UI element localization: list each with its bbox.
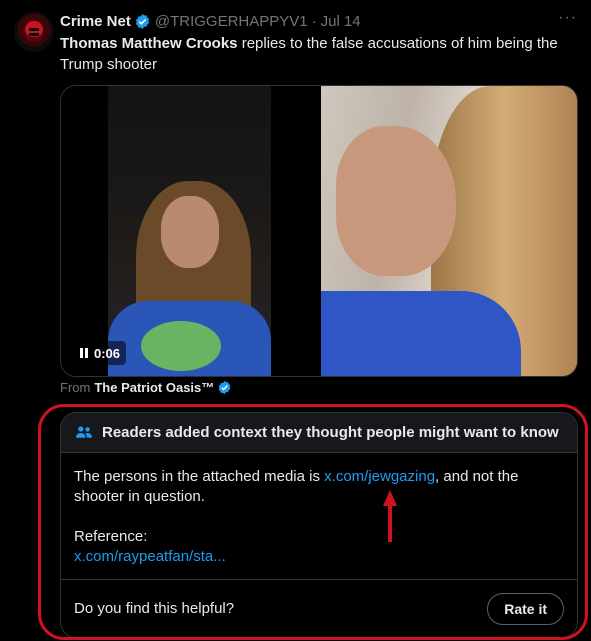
community-note-footer: Do you find this helpful? Rate it xyxy=(61,580,577,637)
author-handle[interactable]: @TRIGGERHAPPYV1 xyxy=(155,13,308,30)
note-text-prefix: The persons in the attached media is xyxy=(74,468,325,485)
more-icon[interactable]: ··· xyxy=(558,9,577,27)
video-right[interactable] xyxy=(321,86,577,376)
video-left[interactable] xyxy=(61,86,321,376)
separator-dot: · xyxy=(311,12,317,30)
note-link[interactable]: x.com/jewgazing xyxy=(324,468,435,485)
rate-it-button[interactable]: Rate it xyxy=(487,592,564,625)
reference-label: Reference: xyxy=(74,528,148,545)
author-avatar[interactable] xyxy=(14,12,54,52)
photo-person-face xyxy=(336,126,456,276)
video-time: 0:06 xyxy=(94,345,121,361)
tweet-header: Crime Net @TRIGGERHAPPYV1 · Jul 14 ··· xyxy=(60,9,577,31)
author-name[interactable]: Crime Net xyxy=(60,13,131,30)
tweet-text-bold: Thomas Matthew Crooks xyxy=(60,35,238,52)
reference-link[interactable]: x.com/raypeatfan/sta... xyxy=(74,547,564,567)
tweet-date[interactable]: Jul 14 xyxy=(321,13,361,30)
pause-icon[interactable] xyxy=(80,348,88,358)
community-note-body: The persons in the attached media is x.c… xyxy=(61,453,577,580)
media-video-pair[interactable] xyxy=(60,85,578,377)
community-note-title: Readers added context they thought peopl… xyxy=(102,424,559,441)
community-note: Readers added context they thought peopl… xyxy=(60,412,578,638)
video-timer[interactable]: 0:06 xyxy=(74,341,127,365)
from-source[interactable]: The Patriot Oasis™ xyxy=(94,380,214,395)
media-source: From The Patriot Oasis™ xyxy=(60,380,232,395)
tweet-text: Thomas Matthew Crooks replies to the fal… xyxy=(60,33,580,75)
verified-badge-icon xyxy=(218,380,231,395)
community-note-header: Readers added context they thought peopl… xyxy=(61,413,577,453)
photo-person-shirt xyxy=(321,291,521,376)
video-person-face xyxy=(161,196,219,268)
verified-badge-icon xyxy=(135,13,149,29)
people-icon xyxy=(76,425,92,438)
arrow-up-icon xyxy=(383,490,397,542)
shirt-graphic xyxy=(141,321,221,371)
from-prefix: From xyxy=(60,380,91,395)
helpful-question: Do you find this helpful? xyxy=(74,600,235,617)
